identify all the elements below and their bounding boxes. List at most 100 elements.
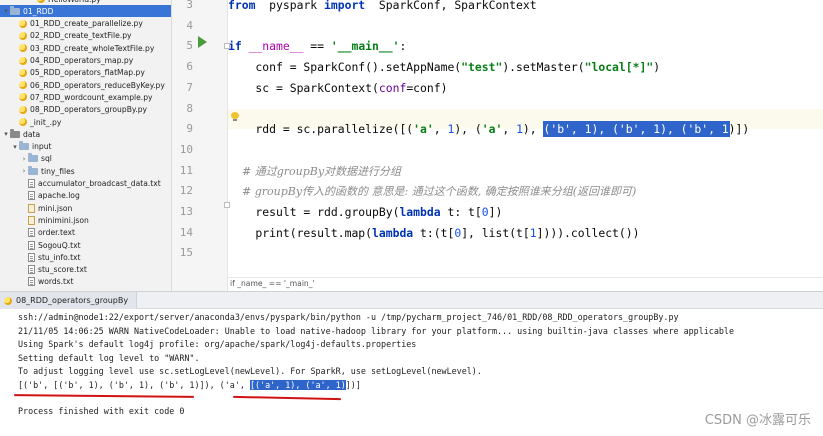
tree-item[interactable]: 07_RDD_wordcount_example.py <box>0 91 171 103</box>
tree-item[interactable]: _init_.py <box>0 116 171 128</box>
code-line[interactable]: # 通过groupBy对数据进行分组 <box>228 161 401 181</box>
tree-item[interactable]: ▾ 01_RDD <box>0 5 171 18</box>
python-file-icon <box>19 68 27 77</box>
chevron-down-icon[interactable]: ▾ <box>11 143 19 151</box>
code-editor[interactable]: 3 4 5 6 7 8 9 10 11 12 13 14 15 from pyspark import … <box>172 0 823 291</box>
folder-icon <box>10 5 20 15</box>
code-token: import <box>324 0 366 12</box>
folder-icon <box>19 141 29 151</box>
breadcrumb[interactable]: if _name_ == '_main_' <box>230 279 315 288</box>
chevron-right-icon[interactable]: › <box>20 167 28 175</box>
code-line[interactable]: print(result.map(lambda t:(t[0], list(t[… <box>228 223 640 243</box>
tree-item-label: SogouQ.txt <box>38 240 81 250</box>
tree-item[interactable]: 04_RDD_operators_map.py <box>0 55 171 67</box>
run-gutter-icon[interactable] <box>198 36 207 48</box>
tree-item-label: stu_score.txt <box>38 265 87 275</box>
run-console[interactable]: ssh://admin@node1:22/export/server/anaco… <box>0 309 823 436</box>
tree-item-label: 07_RDD_wordcount_example.py <box>30 92 153 102</box>
code-line[interactable]: sc = SparkContext(conf=conf) <box>228 78 447 98</box>
chevron-down-icon[interactable]: ▾ <box>2 7 10 15</box>
line-number: 7 <box>186 80 193 94</box>
tree-item[interactable]: stu_info.txt <box>0 251 171 263</box>
tree-item[interactable]: mini.json <box>0 202 171 214</box>
code-token: conf <box>378 80 407 95</box>
tree-item-label: 08_RDD_operators_groupBy.py <box>30 105 148 115</box>
code-token: =conf) <box>406 80 448 95</box>
code-line[interactable]: if __name__ == '__main__': <box>228 36 406 56</box>
text-file-icon <box>28 277 35 287</box>
chevron-down-icon[interactable]: ▾ <box>2 130 10 138</box>
code-token: ]))).collect()) <box>536 225 640 240</box>
fold-icon[interactable] <box>224 43 230 49</box>
code-token: lambda <box>399 205 441 219</box>
tree-item-label: 01_RDD <box>23 6 54 16</box>
chevron-right-icon[interactable]: › <box>20 155 28 163</box>
code-line[interactable]: result = rdd.groupBy(lambda t: t[0]) <box>228 202 502 222</box>
code-token: # 通过groupBy对数据进行分组 <box>228 164 402 178</box>
fold-icon[interactable] <box>224 202 230 208</box>
code-token: conf = SparkConf().setAppName( <box>228 60 462 75</box>
result-highlight: [('a', 1), ('a', 1) <box>249 380 346 390</box>
line-number: 6 <box>186 60 193 74</box>
code-token: )]) <box>728 122 750 137</box>
tree-item-label: _init_.py <box>30 117 62 127</box>
project-tree[interactable]: HelloWorld.py ▾ 01_RDD 01_RDD_create_parall… <box>0 0 172 291</box>
python-file-icon <box>37 0 45 3</box>
red-underline-annotation <box>232 395 342 401</box>
code-line[interactable]: from pyspark import SparkConf, SparkCont… <box>228 0 537 15</box>
code-token: 'a' <box>413 122 434 137</box>
python-file-icon <box>19 44 27 53</box>
tree-item[interactable]: accumulator_broadcast_data.txt <box>0 178 171 190</box>
selected-code: ('b', 1), ('b', 1), ('b', 1 <box>542 121 730 138</box>
tree-item[interactable]: › tiny_files <box>0 165 171 177</box>
folder-icon <box>28 153 38 163</box>
code-token: ) <box>653 60 661 75</box>
tree-item[interactable]: HelloWorld.py <box>0 0 171 5</box>
tree-item-label: apache.log <box>38 191 80 201</box>
code-token: rdd = sc.parallelize([( <box>228 122 414 137</box>
code-line[interactable]: conf = SparkConf().setAppName("test").se… <box>228 57 660 77</box>
tree-item[interactable]: 02_RDD_create_textFile.py <box>0 30 171 42</box>
tree-item[interactable]: 01_RDD_create_parallelize.py <box>0 18 171 30</box>
tree-item[interactable]: 05_RDD_operators_flatMap.py <box>0 67 171 79</box>
tree-item[interactable]: 03_RDD_create_wholeTextFile.py <box>0 42 171 54</box>
code-line[interactable]: rdd = sc.parallelize([('a', 1), ('a', 1)… <box>228 119 749 139</box>
line-number: 5 <box>186 39 193 53</box>
tree-item[interactable]: minimini.json <box>0 214 171 226</box>
red-underline-annotation <box>13 394 195 398</box>
tree-item-label: tiny_files <box>41 166 75 176</box>
python-file-icon <box>19 105 27 114</box>
line-number: 15 <box>179 246 193 260</box>
python-file-icon <box>19 81 27 90</box>
run-panel-header: 08_RDD_operators_groupBy <box>0 291 823 309</box>
tree-item[interactable]: words.txt <box>0 276 171 288</box>
text-file-icon <box>28 179 35 188</box>
tree-item[interactable]: apache.log <box>0 190 171 202</box>
console-finished-line: Process finished with exit code 0 <box>18 406 185 416</box>
text-file-icon <box>28 228 35 238</box>
tree-item-label: mini.json <box>38 203 73 213</box>
tree-item[interactable]: › sql <box>0 153 171 165</box>
tree-item-label: input <box>32 142 52 152</box>
code-line[interactable]: # groupBy传入的函数的 意思是: 通过这个函数, 确定按照谁来分组(返回… <box>228 181 636 201</box>
tree-item[interactable]: SogouQ.txt <box>0 239 171 251</box>
text-file-icon <box>28 252 35 262</box>
code-token: 'a' <box>481 122 503 137</box>
tree-item-label: 04_RDD_operators_map.py <box>30 56 134 65</box>
code-token: 1 <box>516 122 523 137</box>
tree-item[interactable]: ▾ input <box>0 141 171 153</box>
tree-item[interactable]: order.text <box>0 227 171 239</box>
tree-item[interactable]: 06_RDD_operators_reduceByKey.py <box>0 79 171 91</box>
tree-item[interactable]: stu_score.txt <box>0 264 171 276</box>
code-token: "test" <box>461 60 503 75</box>
console-line: To adjust logging level use sc.setLogLev… <box>18 366 482 377</box>
code-token: ), ( <box>454 122 482 137</box>
code-token: pyspark <box>255 0 325 12</box>
run-tab[interactable]: 08_RDD_operators_groupBy <box>0 292 138 309</box>
code-token: 0 <box>481 205 489 219</box>
tree-item[interactable]: 08_RDD_operators_groupBy.py <box>0 104 171 116</box>
plain-folder-icon <box>10 128 20 138</box>
code-token: "local[*]" <box>584 60 654 75</box>
tree-item-label: stu_info.txt <box>38 252 81 262</box>
tree-item[interactable]: ▾ data <box>0 128 171 140</box>
